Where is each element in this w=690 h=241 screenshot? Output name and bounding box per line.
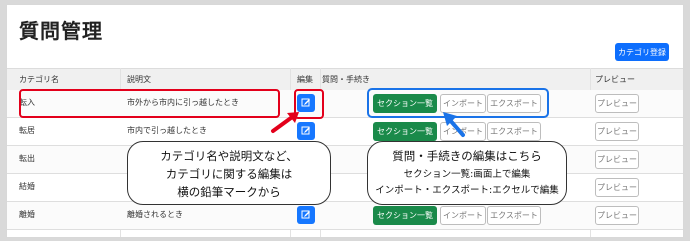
header-edit: 編集 — [297, 75, 313, 84]
preview-button[interactable]: プレビュー — [595, 150, 639, 169]
category-description: 市内で引っ越したとき — [127, 126, 207, 135]
question-management-panel: 質問管理 カテゴリ登録 カテゴリ名 説明文 編集 質問・手続き プレビュー 転入… — [6, 4, 684, 238]
import-button[interactable]: インポート — [440, 206, 486, 225]
red-arrow-icon — [271, 112, 299, 133]
header-description: 説明文 — [127, 75, 151, 84]
preview-button[interactable]: プレビュー — [595, 206, 639, 225]
table-header: カテゴリ名 説明文 編集 質問・手続き プレビュー — [7, 68, 683, 91]
header-questions: 質問・手続き — [322, 75, 370, 84]
category-name: 離婚 — [19, 210, 35, 219]
category-name: 結婚 — [19, 182, 35, 191]
callout-text: 質問・手続きの編集はこちら — [392, 149, 542, 163]
callout-text: セクション一覧:画面上で編集 — [403, 169, 531, 180]
section-list-button[interactable]: セクション一覧 — [373, 206, 437, 225]
pencil-icon — [301, 210, 310, 219]
callout-text: カテゴリに関する編集は — [165, 167, 293, 181]
header-category: カテゴリ名 — [19, 75, 59, 84]
preview-button[interactable]: プレビュー — [595, 178, 639, 197]
table-row: 離婚 離婚されるとき セクション一覧 インポート エクスポート プレビュー — [7, 202, 683, 230]
category-name: 転出 — [19, 154, 35, 163]
preview-button[interactable]: プレビュー — [595, 122, 639, 141]
export-button[interactable]: エクスポート — [487, 122, 541, 141]
table-row: 転出 プレビュー — [7, 146, 683, 174]
preview-button[interactable]: プレビュー — [595, 94, 639, 113]
section-list-button[interactable]: セクション一覧 — [373, 122, 437, 141]
table-row: 転居 市内で引っ越したとき セクション一覧 インポート エクスポート プレビュー — [7, 118, 683, 146]
highlight-category-row — [19, 89, 280, 118]
edit-button[interactable] — [297, 206, 315, 224]
callout-question-edit: 質問・手続きの編集はこちら セクション一覧:画面上で編集 インポート・エクスポー… — [367, 141, 567, 205]
export-button[interactable]: エクスポート — [487, 206, 541, 225]
category-name: 転居 — [19, 126, 35, 135]
callout-text: インポート・エクスポート:エクセルで編集 — [375, 185, 559, 196]
page-title: 質問管理 — [19, 19, 103, 43]
callout-category-edit: カテゴリ名や説明文など、 カテゴリに関する編集は 横の鉛筆マークから — [127, 141, 331, 205]
callout-text: 横の鉛筆マークから — [177, 185, 281, 199]
header-preview: プレビュー — [595, 75, 635, 84]
table-row: 結婚 プレビュー — [7, 174, 683, 202]
add-category-button[interactable]: カテゴリ登録 — [615, 43, 669, 61]
callout-text: カテゴリ名や説明文など、 — [160, 149, 298, 163]
category-description: 離婚されるとき — [127, 210, 183, 219]
blue-arrow-icon — [443, 112, 465, 137]
